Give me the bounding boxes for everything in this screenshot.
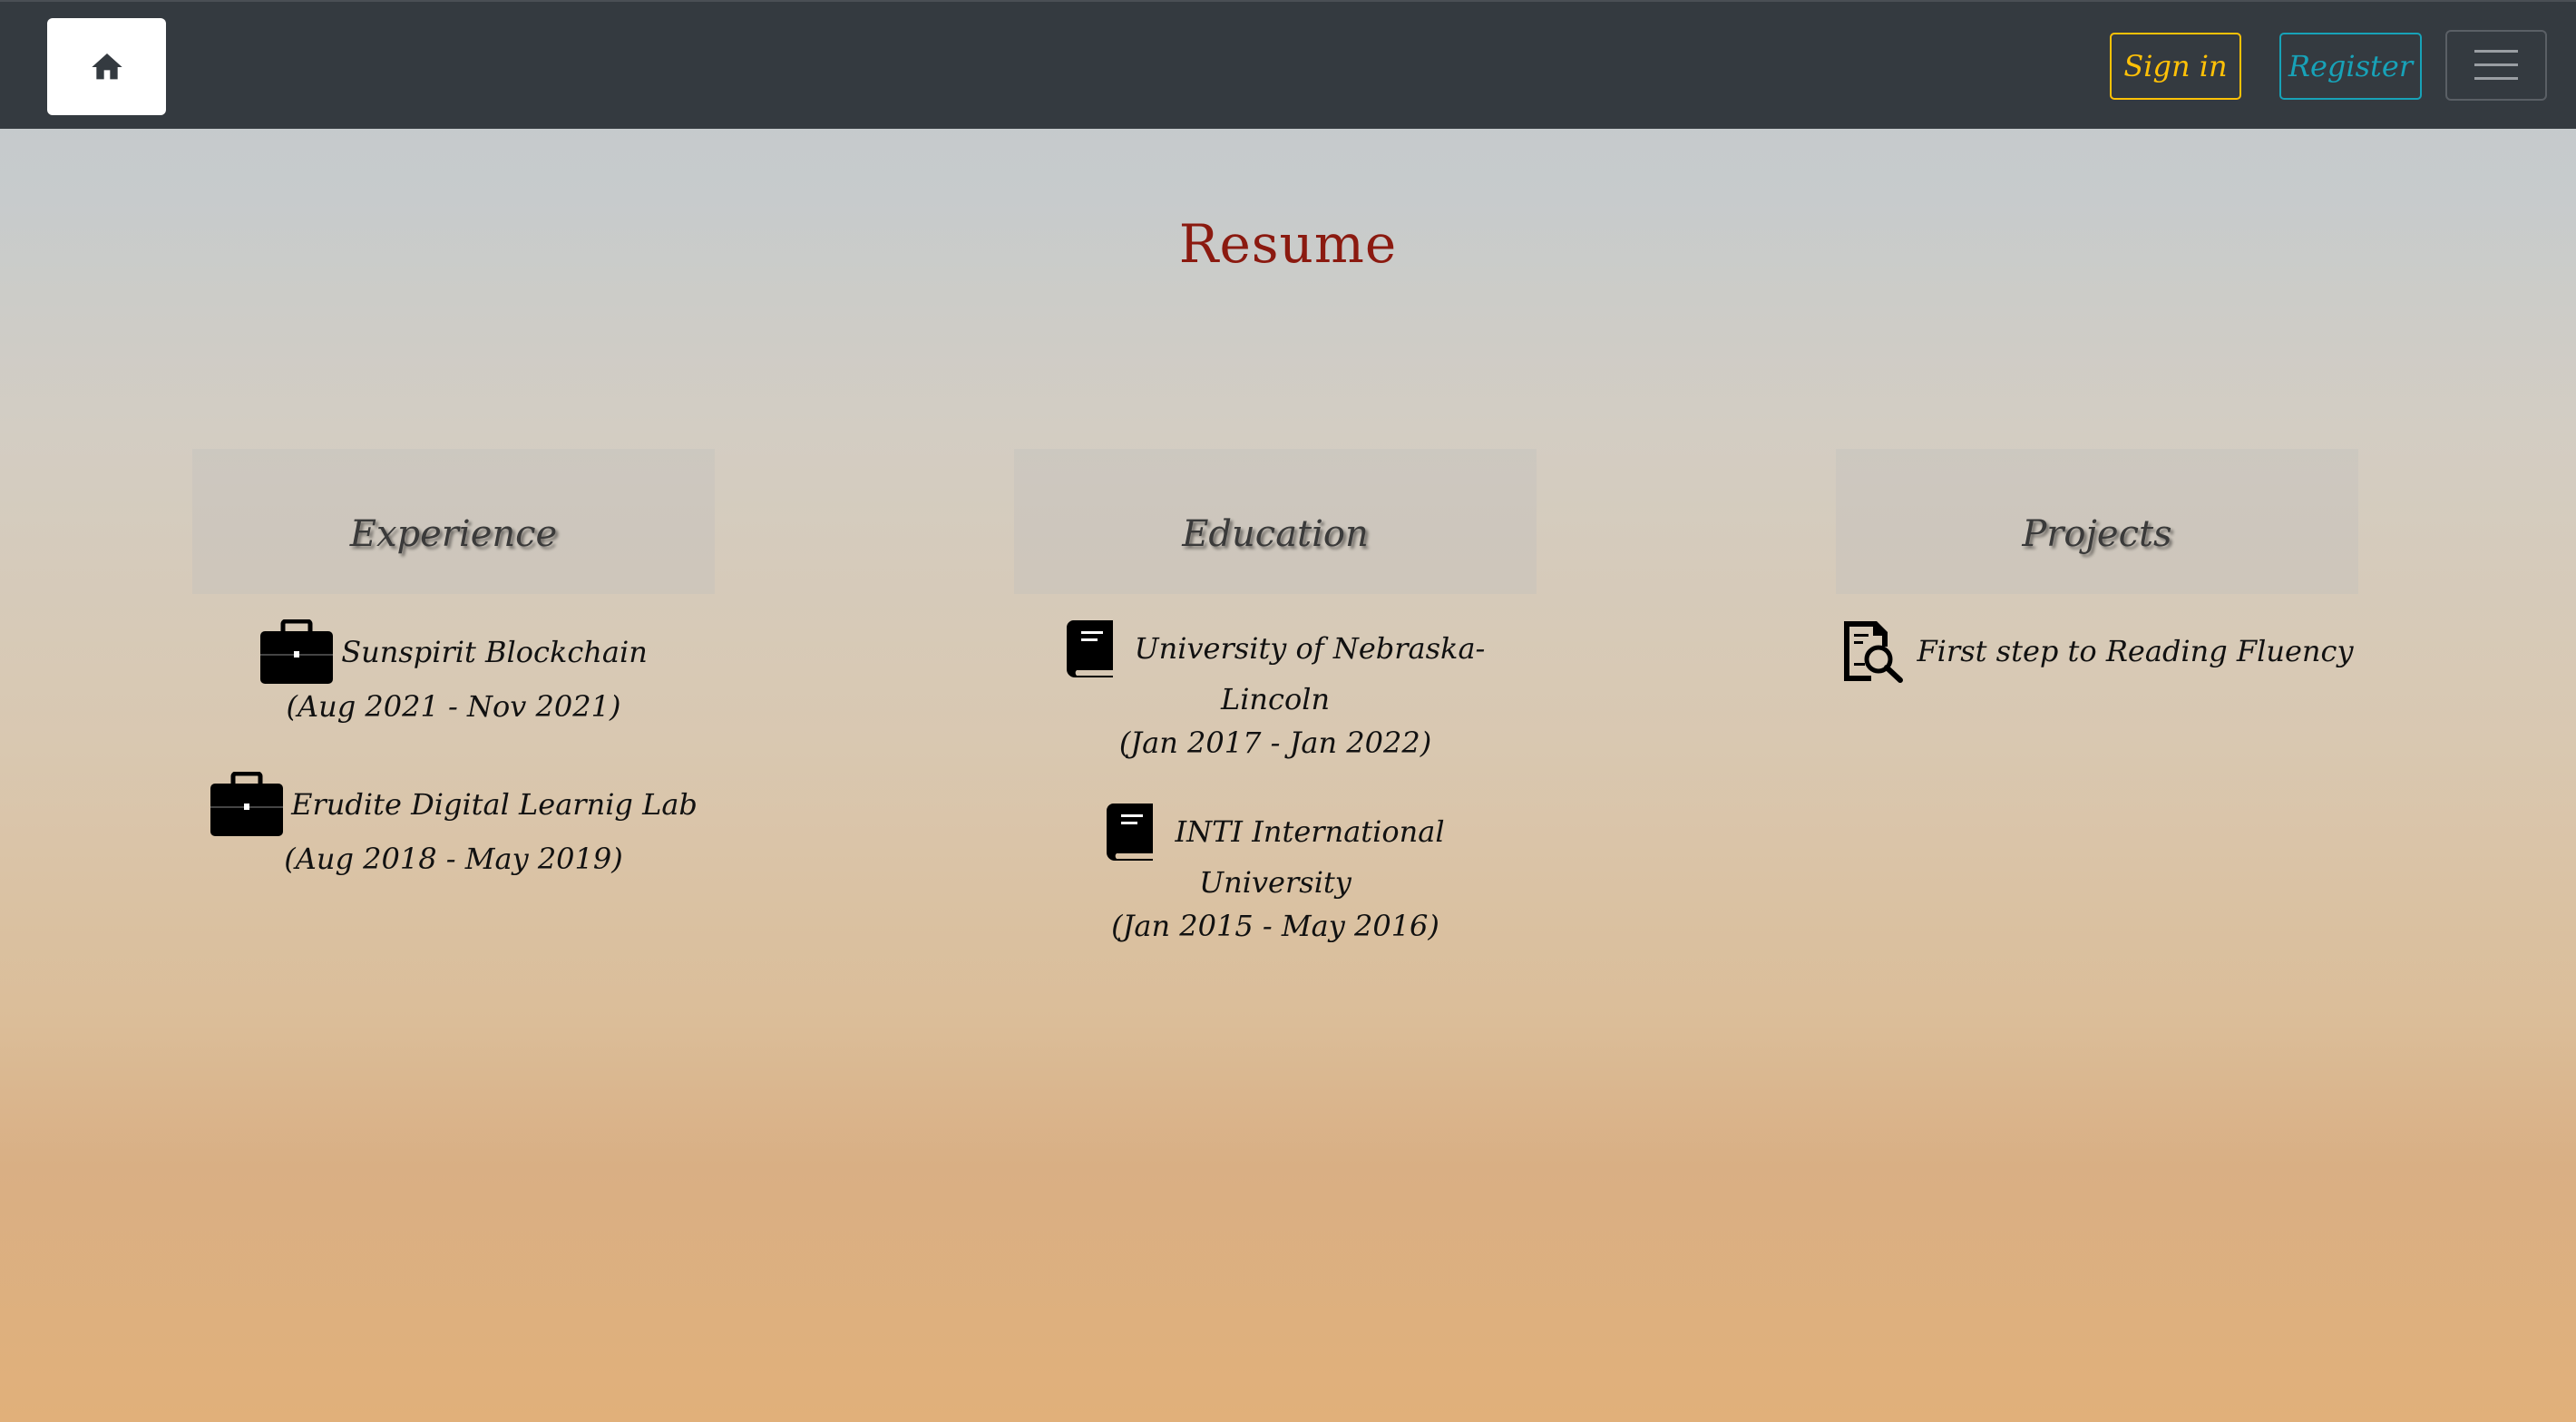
experience-company: Sunspirit Blockchain — [341, 635, 648, 669]
sign-in-button[interactable]: Sign in — [2110, 33, 2241, 100]
experience-heading: Experience — [349, 513, 558, 555]
register-button[interactable]: Register — [2279, 33, 2422, 100]
education-school-continued: Lincoln — [1220, 682, 1331, 716]
briefcase-icon — [210, 772, 284, 837]
education-school-continued: University — [1199, 865, 1351, 900]
project-link[interactable]: First step to Reading Fluency — [1917, 629, 2353, 673]
briefcase-icon — [259, 619, 334, 685]
home-icon — [89, 49, 125, 85]
experience-company: Erudite Digital Learnig Lab — [291, 787, 698, 822]
projects-section: Projects First step to Reading Fluency — [1836, 449, 2358, 683]
education-header: Education — [1014, 449, 1537, 594]
education-item: INTI International University (Jan 2015 … — [1014, 803, 1537, 948]
education-dates: (Jan 2015 - May 2016) — [1111, 909, 1439, 943]
document-search-icon — [1840, 619, 1904, 683]
experience-header: Experience — [192, 449, 715, 594]
book-icon — [1066, 619, 1115, 677]
projects-heading: Projects — [2022, 513, 2172, 555]
project-item[interactable]: First step to Reading Fluency — [1836, 619, 2358, 683]
projects-header: Projects — [1836, 449, 2358, 594]
experience-section: Experience Sunspirit Blockchain (Aug 202… — [192, 449, 715, 881]
experience-dates: (Aug 2018 - May 2019) — [284, 842, 623, 876]
education-dates: (Jan 2017 - Jan 2022) — [1118, 726, 1432, 760]
education-heading: Education — [1182, 513, 1369, 555]
menu-toggle-button[interactable] — [2445, 30, 2547, 101]
experience-item: Erudite Digital Learnig Lab (Aug 2018 - … — [192, 772, 715, 881]
home-button[interactable] — [47, 18, 166, 115]
education-school: INTI International — [1175, 814, 1445, 849]
page-title: Resume — [1178, 213, 1398, 275]
experience-dates: (Aug 2021 - Nov 2021) — [286, 689, 621, 724]
book-icon — [1106, 803, 1155, 861]
education-section: Education University of Nebraska- Lincol… — [1014, 449, 1537, 948]
education-school: University of Nebraska- — [1134, 631, 1486, 666]
experience-item: Sunspirit Blockchain (Aug 2021 - Nov 202… — [192, 619, 715, 728]
top-navbar: Sign in Register — [0, 0, 2576, 129]
hamburger-menu-icon — [2473, 47, 2520, 83]
education-item: University of Nebraska- Lincoln (Jan 201… — [1014, 619, 1537, 765]
